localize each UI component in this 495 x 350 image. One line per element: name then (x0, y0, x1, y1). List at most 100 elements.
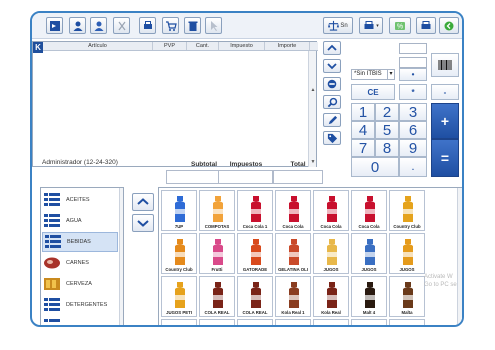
product-tile[interactable] (199, 319, 235, 325)
category-item[interactable]: DETERGENTES (42, 295, 118, 315)
product-tile[interactable]: 7UP (161, 190, 197, 231)
cart-button[interactable] (162, 17, 179, 34)
digit-5[interactable]: 5 (375, 121, 399, 139)
delete-button[interactable] (184, 17, 201, 34)
category-item[interactable]: ACEITES (42, 190, 118, 210)
scale-button[interactable]: Sn (323, 17, 353, 34)
users-icon (94, 21, 103, 31)
list-icon (42, 317, 62, 325)
digit-2[interactable]: 2 (375, 103, 399, 121)
product-name: 7UP (174, 224, 184, 229)
back-button[interactable] (439, 17, 459, 34)
product-image (355, 236, 385, 266)
product-image (393, 279, 423, 309)
digit-0[interactable]: 0 (351, 157, 399, 177)
back-icon (444, 21, 454, 30)
digit-6[interactable]: 6 (399, 121, 427, 139)
product-tile[interactable]: Kola Real 1 (275, 276, 311, 317)
category-item-selected[interactable]: BEBIDAS (42, 232, 118, 252)
column-cant[interactable]: Cant. (187, 42, 219, 50)
column-importe[interactable]: Importe (265, 42, 310, 50)
product-tile[interactable] (389, 319, 425, 325)
product-tile[interactable]: Kola Real (313, 276, 349, 317)
activation-watermark: Activate W Go to PC se (424, 273, 457, 289)
multiply-button[interactable]: * (399, 84, 427, 100)
product-tile[interactable]: JUGOS (389, 233, 425, 274)
digit-4[interactable]: 4 (351, 121, 375, 139)
quantity-field[interactable] (399, 57, 427, 68)
product-tile[interactable]: Coca Cola (351, 190, 387, 231)
digit-1[interactable]: 1 (351, 103, 375, 121)
category-up-button[interactable] (132, 193, 154, 211)
plus-button[interactable]: + (431, 103, 459, 139)
category-item[interactable]: AGUA (42, 211, 118, 231)
chevron-up-icon (327, 44, 337, 51)
product-tile[interactable]: GATORADE (237, 233, 273, 274)
product-name: COLA REAL (204, 310, 230, 315)
user-button[interactable] (69, 17, 86, 34)
product-tile[interactable] (237, 319, 273, 325)
toolbar: Sn ▾ % (32, 13, 462, 39)
ticket-header: Artículo PVP Cant. Impuesto Importe (43, 42, 318, 51)
category-item[interactable]: CERVEZA (42, 274, 118, 294)
product-tile[interactable]: Malt 4 (351, 276, 387, 317)
minus-button[interactable]: - (431, 84, 459, 100)
column-articulo[interactable]: Artículo (43, 42, 153, 50)
category-item[interactable]: CARNES (42, 253, 118, 273)
product-tile[interactable]: Malta (389, 276, 425, 317)
equals-button[interactable]: = (431, 139, 459, 177)
product-image (393, 236, 423, 266)
product-image (203, 193, 233, 223)
chevron-down-icon[interactable]: ▾ (387, 69, 395, 80)
apply-tax-button[interactable]: • (399, 68, 427, 81)
column-pvp[interactable]: PVP (153, 42, 187, 50)
product-tile[interactable]: JUGOS (313, 233, 349, 274)
category-scrollbar[interactable] (119, 188, 123, 325)
product-tile[interactable] (161, 319, 197, 325)
product-tile[interactable] (351, 319, 387, 325)
product-tile[interactable] (313, 319, 349, 325)
barcode-icon (438, 60, 452, 70)
scroll-up-arrow[interactable]: ▲ (310, 87, 316, 93)
pointer-button[interactable] (205, 17, 222, 34)
product-image (203, 236, 233, 266)
barcode-button[interactable] (431, 53, 459, 77)
product-tile[interactable]: Country Club (161, 233, 197, 274)
category-item[interactable] (42, 316, 118, 325)
cut-button[interactable] (113, 17, 130, 34)
product-tile[interactable]: JUGOS (351, 233, 387, 274)
column-impuesto[interactable]: Impuesto (219, 42, 265, 50)
print-button[interactable] (139, 17, 156, 34)
login-button[interactable] (46, 17, 63, 34)
clear-entry-button[interactable]: CE (351, 84, 395, 100)
ticket-scrollbar[interactable]: ▲ ▼ (308, 51, 316, 167)
product-tile[interactable]: Coca Cola (313, 190, 349, 231)
code-field[interactable] (399, 43, 427, 54)
beer-icon (42, 275, 62, 293)
product-tile[interactable]: COLA REAL (199, 276, 235, 317)
product-tile[interactable]: Coca Cola 1 (237, 190, 273, 231)
product-tile[interactable] (275, 319, 311, 325)
users-button[interactable] (90, 17, 107, 34)
product-scrollbar[interactable] (457, 188, 462, 325)
digit-3[interactable]: 3 (399, 103, 427, 121)
ticket-print-button[interactable] (416, 17, 436, 34)
product-tile[interactable]: Country Club (389, 190, 425, 231)
digit-7[interactable]: 7 (351, 139, 375, 157)
product-tile[interactable]: JUGOS PETI (161, 276, 197, 317)
discount-button[interactable]: % (389, 17, 411, 34)
search-icon (327, 97, 337, 107)
product-tile[interactable]: GELATINA OLI (275, 233, 311, 274)
product-name: JUGOS (323, 267, 339, 272)
digit-8[interactable]: 8 (375, 139, 399, 157)
product-tile[interactable]: COLA REAL (237, 276, 273, 317)
dot-button[interactable]: . (399, 157, 427, 177)
category-down-button[interactable] (132, 214, 154, 232)
product-tile[interactable]: Frutti (199, 233, 235, 274)
digit-9[interactable]: 9 (399, 139, 427, 157)
keyboard-toggle-button[interactable]: K (33, 42, 43, 53)
product-tile[interactable]: Coca Cola (275, 190, 311, 231)
product-name: COLA REAL (242, 310, 268, 315)
product-tile[interactable]: COMPOTAS (199, 190, 235, 231)
receipt-print-button[interactable]: ▾ (359, 17, 383, 34)
